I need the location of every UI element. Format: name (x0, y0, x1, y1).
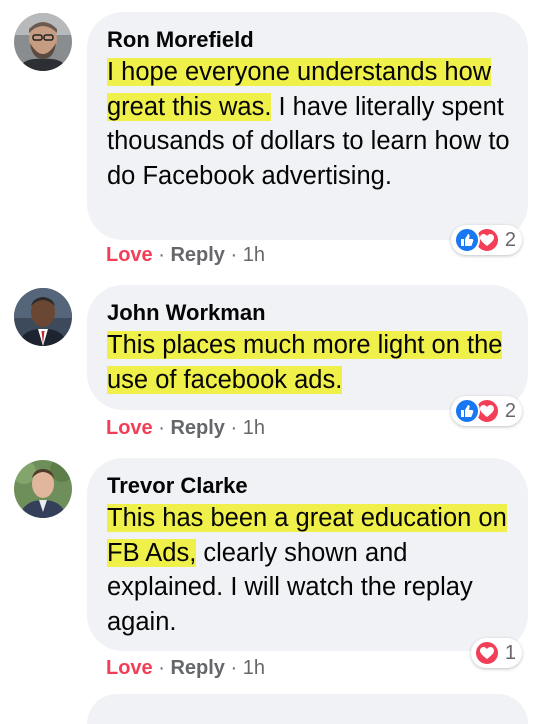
avatar[interactable] (14, 460, 72, 518)
reply-button[interactable]: Reply (170, 417, 224, 439)
next-comment-bubble (87, 694, 528, 724)
comment-author[interactable]: John Workman (107, 299, 510, 327)
comment-bubble: Trevor Clarke This has been a great educ… (87, 458, 528, 651)
comment-author[interactable]: Ron Morefield (107, 26, 510, 54)
reply-button[interactable]: Reply (170, 244, 224, 266)
timestamp[interactable]: 1h (243, 657, 265, 679)
separator-dot: · (230, 657, 243, 679)
timestamp[interactable]: 1h (243, 417, 265, 439)
reaction-summary[interactable]: 2 (450, 396, 522, 426)
reaction-count: 1 (504, 641, 516, 664)
reaction-count: 2 (504, 399, 516, 422)
like-icon (453, 398, 480, 424)
separator-dot: · (158, 417, 171, 439)
love-reaction-button[interactable]: Love (106, 657, 153, 679)
separator-dot: · (230, 244, 243, 266)
timestamp[interactable]: 1h (243, 244, 265, 266)
separator-dot: · (230, 417, 243, 439)
love-reaction-button[interactable]: Love (106, 417, 153, 439)
comment-actions: Love · Reply · 1h (106, 656, 265, 680)
separator-dot: · (158, 657, 171, 679)
comment-actions: Love · Reply · 1h (106, 416, 265, 440)
highlighted-text: This places much more light on the use o… (107, 331, 503, 394)
comment-bubble: John Workman This places much more light… (87, 285, 528, 410)
comment-actions: Love · Reply · 1h (106, 243, 265, 267)
avatar[interactable] (14, 13, 72, 71)
comment-text: This places much more light on the use o… (107, 328, 510, 397)
avatar[interactable] (14, 288, 72, 346)
comment-bubble: Ron Morefield I hope everyone understand… (87, 12, 528, 240)
reaction-summary[interactable]: 2 (450, 225, 522, 255)
comment-text: This has been a great education on FB Ad… (107, 501, 510, 639)
reaction-summary[interactable]: 1 (470, 638, 522, 668)
comment-text: I hope everyone understands how great th… (107, 55, 510, 193)
reply-button[interactable]: Reply (170, 657, 224, 679)
comment-author[interactable]: Trevor Clarke (107, 472, 510, 500)
separator-dot: · (158, 244, 171, 266)
love-reaction-button[interactable]: Love (106, 244, 153, 266)
reaction-count: 2 (504, 228, 516, 251)
love-icon (473, 640, 500, 666)
like-icon (453, 227, 480, 253)
